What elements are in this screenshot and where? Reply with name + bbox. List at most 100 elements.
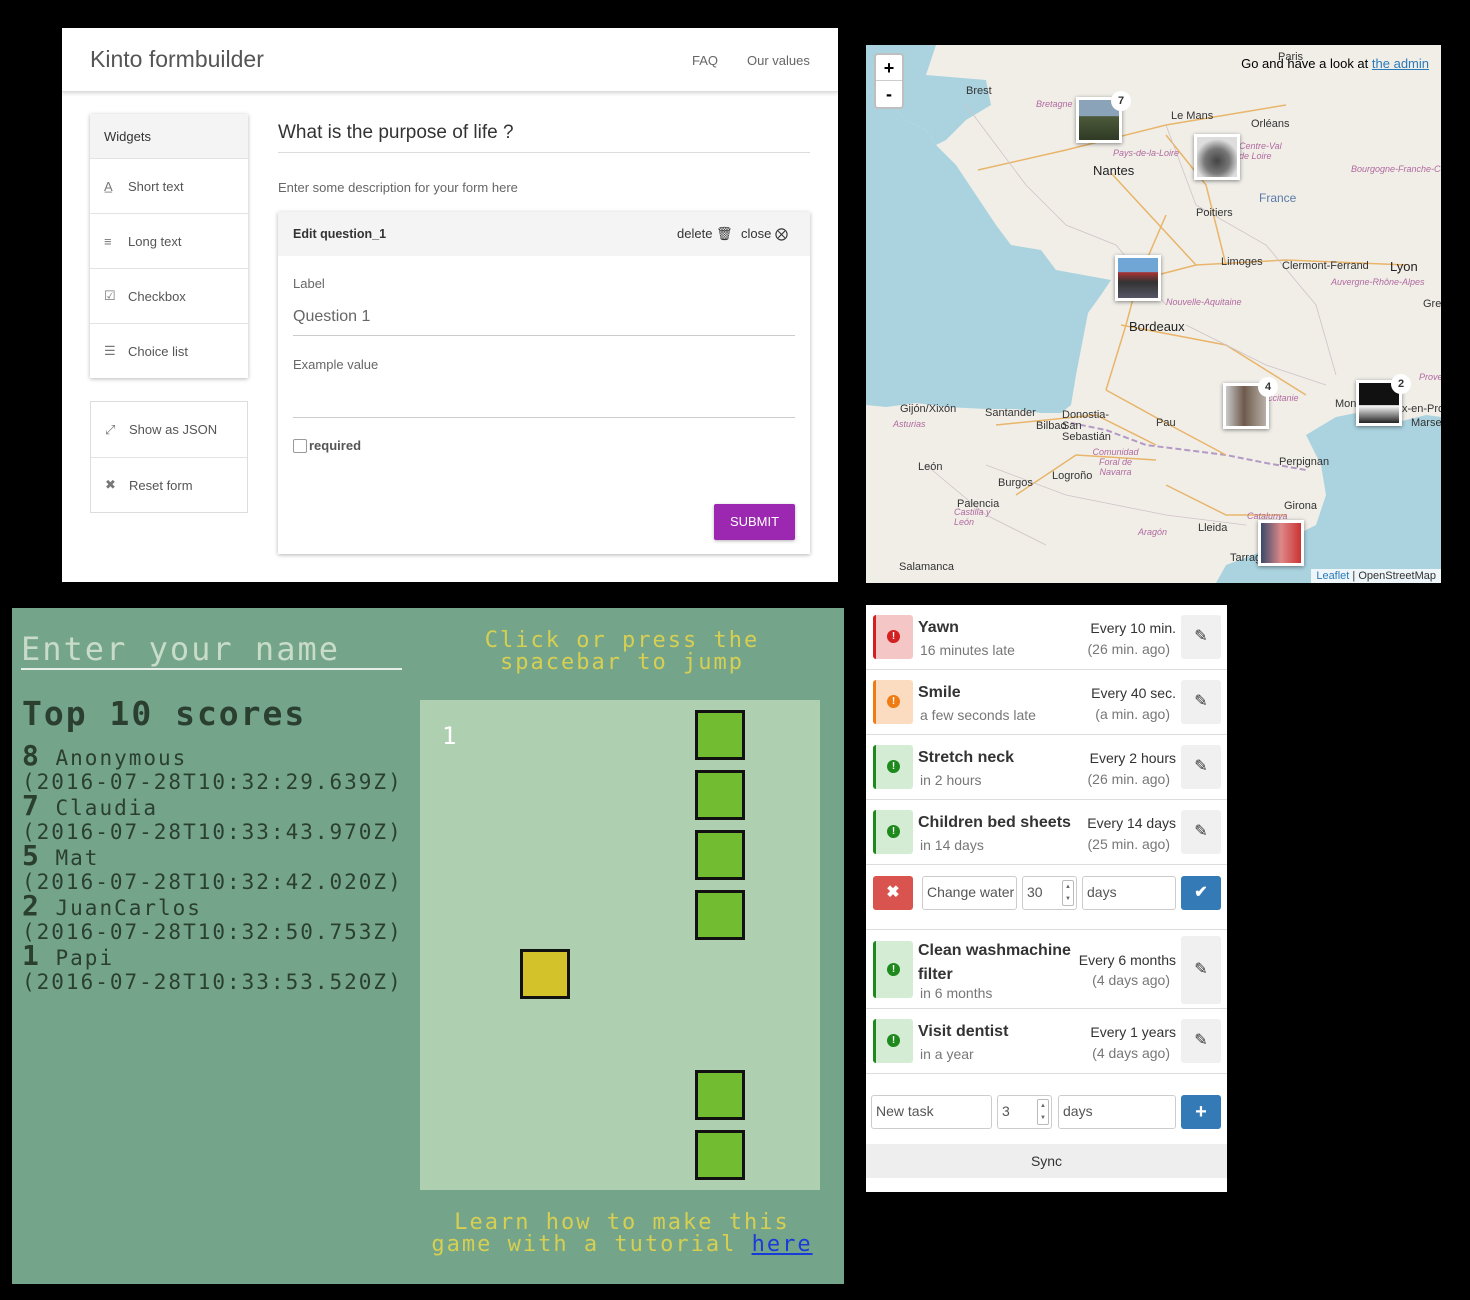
- game-canvas[interactable]: 1: [420, 700, 820, 1190]
- status-indicator: !: [873, 810, 913, 854]
- task-last-done: (a min. ago): [1095, 706, 1170, 722]
- plus-icon: +: [1195, 1101, 1207, 1123]
- status-indicator: !: [873, 1019, 913, 1063]
- label-caption: Label: [293, 276, 325, 291]
- status-indicator: !: [873, 615, 913, 659]
- score-entry: 7 Claudia (2016-07-28T10:33:43.970Z): [22, 792, 412, 845]
- example-input[interactable]: [293, 390, 795, 418]
- interval-value: 3: [1002, 1103, 1010, 1119]
- task-name: Smile: [918, 684, 961, 701]
- edit-task-button[interactable]: ✎: [1181, 936, 1221, 1004]
- close-circle-icon: ⨂: [774, 226, 788, 241]
- stepper-icon[interactable]: ▲ ▼: [1037, 1099, 1049, 1125]
- list-icon: ☰: [104, 343, 116, 358]
- leaflet-link[interactable]: Leaflet: [1316, 570, 1349, 582]
- task-frequency: Every 6 months: [1078, 952, 1176, 968]
- task-name-input[interactable]: Change water: [922, 876, 1017, 910]
- cancel-edit-button[interactable]: ✖: [873, 876, 913, 910]
- check-icon: ✔: [1194, 884, 1208, 901]
- alert-icon: !: [887, 963, 900, 976]
- status-indicator: !: [873, 680, 913, 724]
- obstacle-block: [695, 770, 745, 820]
- nav-our-values[interactable]: Our values: [747, 53, 810, 68]
- map-tiles: [866, 45, 1441, 583]
- widget-long-text[interactable]: ≡ Long text: [90, 213, 248, 268]
- new-task-interval-input[interactable]: 3 ▲ ▼: [997, 1095, 1052, 1129]
- delete-button[interactable]: delete 🗑: [677, 226, 733, 242]
- map-view[interactable]: Brest Le Mans Orléans Nantes Poitiers Li…: [866, 45, 1441, 583]
- delete-label: delete: [677, 226, 713, 241]
- required-checkbox-row[interactable]: required: [293, 438, 361, 453]
- edit-task-button[interactable]: ✎: [1181, 1019, 1221, 1063]
- photo-marker[interactable]: [1258, 520, 1304, 566]
- map-attribution: Leaflet | OpenStreetMap: [1311, 569, 1441, 583]
- formbuilder-app: Kinto formbuilder FAQ Our values Widgets…: [62, 28, 838, 582]
- pencil-icon: ✎: [1194, 961, 1208, 978]
- map-label-region: Asturias: [893, 419, 926, 429]
- reset-form-button[interactable]: ✖ Reset form: [91, 457, 247, 512]
- new-task-unit-select[interactable]: days: [1058, 1095, 1176, 1129]
- widget-label: Short text: [128, 178, 184, 194]
- edit-task-button[interactable]: ✎: [1181, 680, 1221, 724]
- map-label-region: Bretagne: [1036, 99, 1073, 109]
- task-due: in 2 hours: [920, 772, 982, 788]
- jump-hint-line: Click or press the: [484, 628, 760, 653]
- task-last-done: (25 min. ago): [1087, 836, 1170, 852]
- photo-marker[interactable]: [1115, 255, 1161, 301]
- map-label-city: Clermont-Ferrand: [1282, 260, 1369, 272]
- nav-faq[interactable]: FAQ: [692, 53, 718, 68]
- score-value: 5: [22, 839, 41, 872]
- task-due: in a year: [920, 1046, 974, 1062]
- form-title[interactable]: What is the purpose of life ?: [278, 122, 810, 153]
- leaderboard-title: Top 10 scores: [22, 694, 307, 733]
- edit-task-button[interactable]: ✎: [1181, 810, 1221, 854]
- current-score: 1: [442, 722, 459, 750]
- score-value: 1: [22, 939, 41, 972]
- obstacle-block: [695, 830, 745, 880]
- zoom-out-button[interactable]: -: [876, 81, 902, 107]
- edit-task-button[interactable]: ✎: [1181, 745, 1221, 789]
- task-unit-select[interactable]: days: [1082, 876, 1176, 910]
- new-task-name-input[interactable]: New task: [871, 1095, 992, 1129]
- add-task-button[interactable]: +: [1181, 1095, 1221, 1129]
- interval-value: 30: [1027, 884, 1043, 900]
- task-frequency: Every 1 years: [1090, 1024, 1176, 1040]
- edit-task-button[interactable]: ✎: [1181, 615, 1221, 659]
- tutorial-link[interactable]: here: [752, 1232, 813, 1257]
- score-name: JuanCarlos: [55, 896, 202, 920]
- photo-marker[interactable]: [1194, 134, 1240, 180]
- app-title[interactable]: Kinto formbuilder: [90, 46, 264, 73]
- save-edit-button[interactable]: ✔: [1181, 876, 1221, 910]
- task-due: 16 minutes late: [920, 642, 1015, 658]
- form-description[interactable]: Enter some description for your form her…: [278, 180, 518, 195]
- actions-panel: ⤢ Show as JSON ✖ Reset form: [90, 401, 248, 513]
- map-label-city: Perpignan: [1279, 456, 1330, 468]
- stepper-icon[interactable]: ▲ ▼: [1062, 880, 1074, 906]
- task-due: a few seconds late: [920, 707, 1036, 723]
- task-last-done: (26 min. ago): [1087, 641, 1170, 657]
- close-button[interactable]: close ⨂: [741, 226, 788, 242]
- map-label-city: Girona: [1284, 500, 1318, 512]
- widget-short-text[interactable]: A̲ Short text: [90, 158, 248, 213]
- pencil-icon: ✎: [1194, 758, 1208, 775]
- sync-button[interactable]: Sync: [866, 1144, 1227, 1178]
- score-value: 7: [22, 789, 41, 822]
- bay-of-biscay: [866, 90, 1111, 413]
- alert-icon: !: [887, 630, 900, 643]
- submit-button[interactable]: SUBMIT: [714, 504, 795, 540]
- widget-checkbox[interactable]: ☑ Checkbox: [90, 268, 248, 323]
- admin-link[interactable]: the admin: [1372, 56, 1429, 71]
- label-input[interactable]: Question 1: [293, 308, 795, 336]
- show-json-button[interactable]: ⤢ Show as JSON: [91, 402, 247, 457]
- player-name-input[interactable]: Enter your name: [21, 630, 402, 670]
- required-checkbox[interactable]: [293, 439, 307, 453]
- score-time: (2016-07-28T10:32:29.639Z): [22, 770, 403, 794]
- task-interval-input[interactable]: 30 ▲ ▼: [1022, 876, 1077, 910]
- map-label-region: Comunidad Foral de Navarra: [1092, 447, 1139, 477]
- task-frequency: Every 2 hours: [1089, 750, 1176, 766]
- zoom-in-button[interactable]: +: [876, 55, 902, 81]
- map-label-region: Bourgogne-Franche-Co: [1351, 164, 1441, 174]
- score-entry: 2 JuanCarlos (2016-07-28T10:32:50.753Z): [22, 892, 412, 945]
- map-label-city: Nantes: [1093, 163, 1135, 178]
- widget-choice-list[interactable]: ☰ Choice list: [90, 323, 248, 378]
